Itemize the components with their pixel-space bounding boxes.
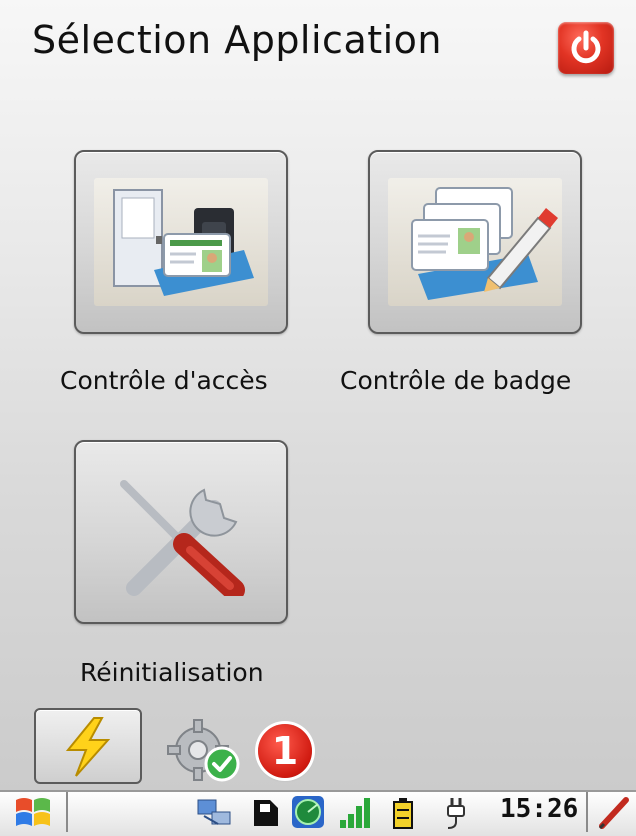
input-panel-button[interactable] (594, 794, 632, 830)
battery-icon[interactable] (388, 794, 418, 830)
access-control-icon (94, 178, 268, 306)
access-control-label: Contrôle d'accès (60, 366, 268, 395)
sd-card-icon[interactable] (250, 794, 282, 830)
access-control-button[interactable] (74, 150, 288, 334)
page-title: Sélection Application (32, 18, 443, 62)
tools-icon (94, 468, 268, 601)
badge-control-label: Contrôle de badge (340, 366, 572, 395)
power-plug-icon[interactable] (438, 794, 474, 830)
taskbar-separator (66, 792, 68, 832)
pen-icon (598, 797, 629, 830)
badge-control-button[interactable] (368, 150, 582, 334)
reset-label: Réinitialisation (80, 658, 264, 687)
signal-icon[interactable] (336, 794, 376, 830)
power-button[interactable] (558, 22, 614, 74)
badge-control-icon (388, 178, 562, 306)
header: Sélection Application (0, 0, 636, 92)
network-icon[interactable] (194, 794, 234, 830)
notification-badge[interactable]: 1 (258, 724, 312, 778)
taskbar-separator (586, 792, 588, 832)
radar-icon[interactable] (290, 794, 326, 830)
power-icon (571, 30, 601, 64)
reset-button[interactable] (74, 440, 288, 624)
lightning-icon (65, 717, 111, 777)
flash-button[interactable] (34, 708, 142, 784)
gear-check-icon (167, 719, 240, 782)
status-indicator[interactable] (160, 716, 252, 786)
start-button[interactable] (10, 794, 58, 830)
clock[interactable]: 15:26 (500, 794, 578, 824)
windows-flag-icon (16, 798, 50, 826)
